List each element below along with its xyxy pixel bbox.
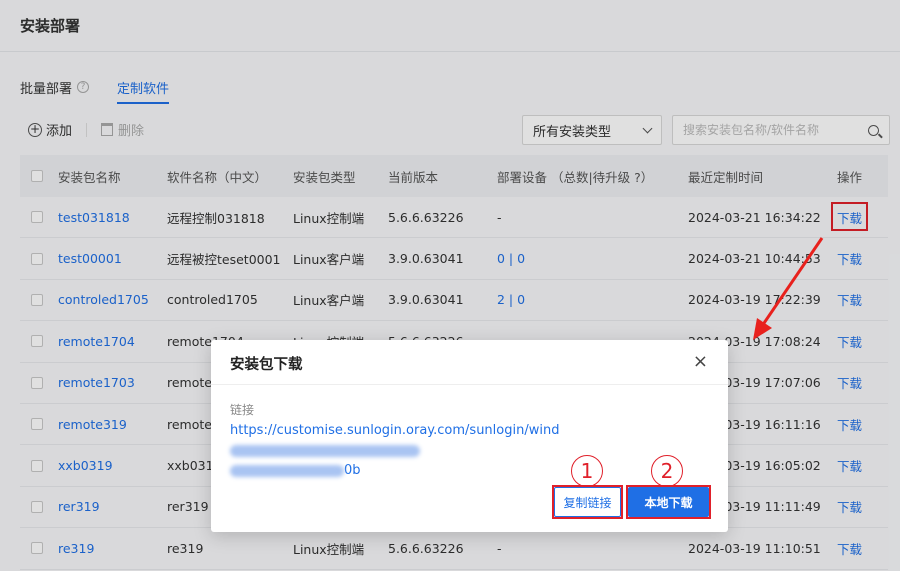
arrow-line [760,237,824,327]
arrow-head [753,318,772,340]
annotation-arrow [753,237,824,340]
